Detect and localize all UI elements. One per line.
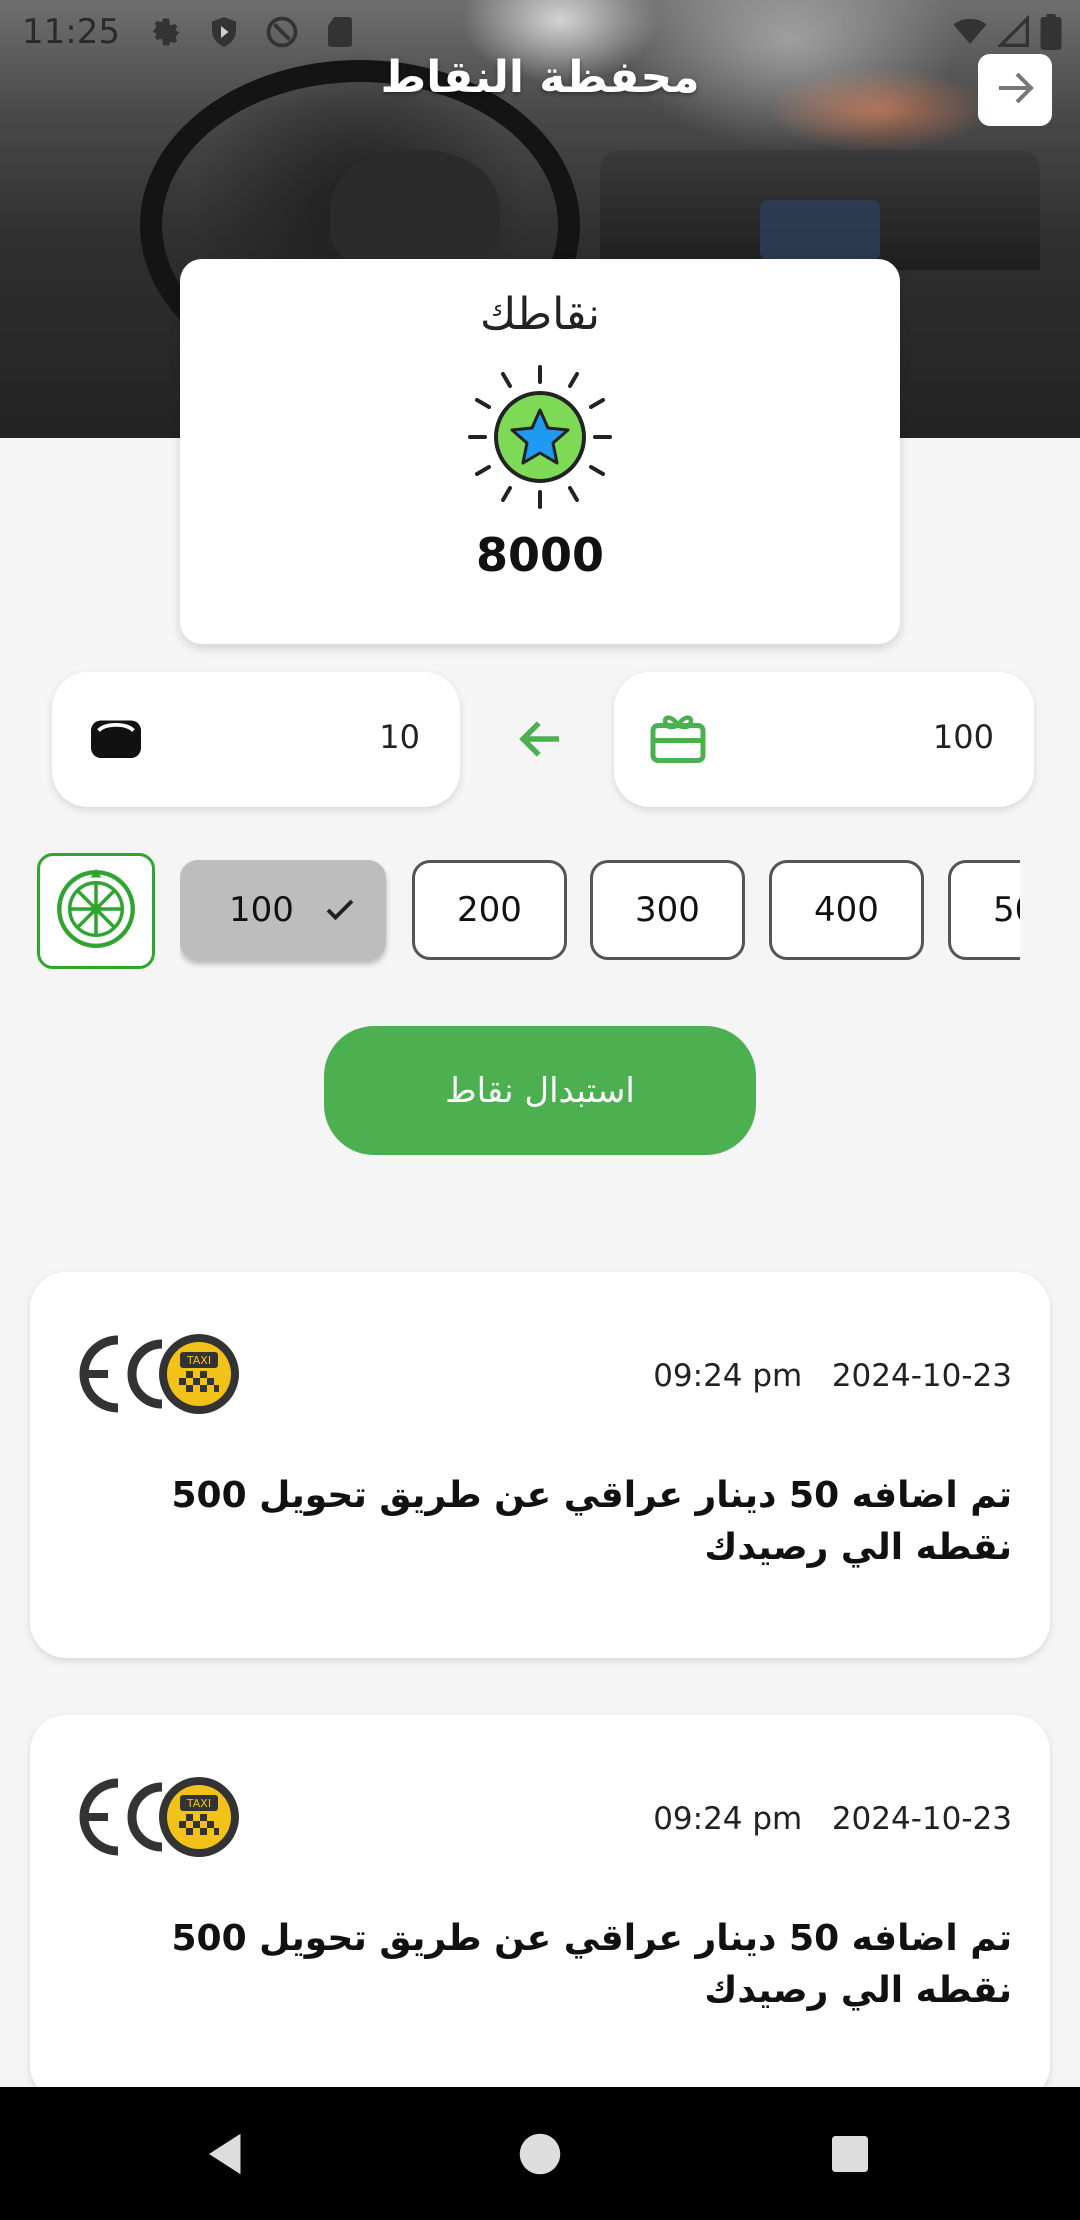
dashboard-screen bbox=[760, 200, 880, 260]
shield-icon bbox=[206, 14, 242, 50]
points-amount-box: 100 bbox=[614, 672, 1034, 807]
signal-icon bbox=[996, 14, 1030, 54]
svg-text:TAXI: TAXI bbox=[186, 1354, 211, 1367]
star-badge-icon bbox=[465, 362, 615, 512]
transaction-time: 09:24 pm bbox=[653, 1801, 803, 1837]
nav-back-icon[interactable] bbox=[200, 2127, 254, 2181]
nav-recents-icon[interactable] bbox=[823, 2127, 877, 2181]
amount-chip-400[interactable]: 400 bbox=[769, 860, 924, 960]
balance-box: 10 bbox=[52, 672, 460, 807]
transaction-card: TAXI 09:24 pm 2024-10-23 تم اضافه 50 دين… bbox=[30, 1715, 1050, 2101]
status-time: 11:25 bbox=[22, 12, 120, 52]
transaction-card: TAXI 09:24 pm 2024-10-23 تم اضافه 50 دين… bbox=[30, 1272, 1050, 1658]
settings-icon bbox=[148, 14, 184, 50]
chip-label: 400 bbox=[814, 890, 879, 930]
nav-home-icon[interactable] bbox=[513, 2127, 567, 2181]
chip-label: 200 bbox=[457, 890, 522, 930]
transaction-message: تم اضافه 50 دينار عراقي عن طريق تحويل 50… bbox=[171, 1475, 1012, 1568]
page-title: محفظة النقاط bbox=[380, 52, 700, 103]
amount-chip-100[interactable]: 100 bbox=[180, 860, 386, 960]
wifi-icon bbox=[952, 14, 988, 54]
amount-chip-200[interactable]: 200 bbox=[412, 860, 567, 960]
spin-wheel-button[interactable] bbox=[37, 853, 155, 969]
back-button[interactable] bbox=[978, 54, 1052, 126]
eco-taxi-logo: TAXI bbox=[72, 1330, 240, 1418]
gift-card-icon bbox=[648, 708, 708, 768]
amount-chips: 100 200 300 400 500 bbox=[180, 858, 1020, 968]
checkmark-icon bbox=[322, 892, 358, 928]
sd-card-icon bbox=[322, 14, 358, 50]
points-card: نقاطك 8000 bbox=[180, 259, 900, 644]
eco-taxi-logo: TAXI bbox=[72, 1773, 240, 1861]
svg-text:TAXI: TAXI bbox=[186, 1797, 211, 1810]
arrow-right-icon bbox=[991, 64, 1039, 116]
amount-chip-500[interactable]: 500 bbox=[948, 860, 1020, 960]
transaction-datetime: 09:24 pm 2024-10-23 bbox=[653, 1801, 1012, 1837]
transaction-date: 2024-10-23 bbox=[831, 1801, 1012, 1837]
points-amount-value: 100 bbox=[932, 718, 994, 756]
system-nav-bar bbox=[0, 2087, 1080, 2220]
points-value: 8000 bbox=[475, 528, 605, 582]
battery-icon bbox=[1040, 14, 1062, 54]
transaction-message: تم اضافه 50 دينار عراقي عن طريق تحويل 50… bbox=[171, 1918, 1012, 2011]
arrow-left-icon bbox=[514, 712, 568, 766]
fortune-wheel-icon bbox=[54, 867, 138, 955]
chip-label: 300 bbox=[635, 890, 700, 930]
balance-value: 10 bbox=[379, 718, 420, 756]
wallet-icon bbox=[86, 708, 146, 768]
sync-icon bbox=[264, 14, 300, 50]
transaction-datetime: 09:24 pm 2024-10-23 bbox=[653, 1358, 1012, 1394]
chip-label: 100 bbox=[229, 890, 294, 930]
chip-label: 500 bbox=[993, 890, 1020, 930]
points-label: نقاطك bbox=[479, 289, 600, 340]
transaction-date: 2024-10-23 bbox=[831, 1358, 1012, 1394]
redeem-points-button[interactable]: استبدال نقاط bbox=[324, 1026, 756, 1155]
transaction-time: 09:24 pm bbox=[653, 1358, 803, 1394]
amount-chip-300[interactable]: 300 bbox=[590, 860, 745, 960]
